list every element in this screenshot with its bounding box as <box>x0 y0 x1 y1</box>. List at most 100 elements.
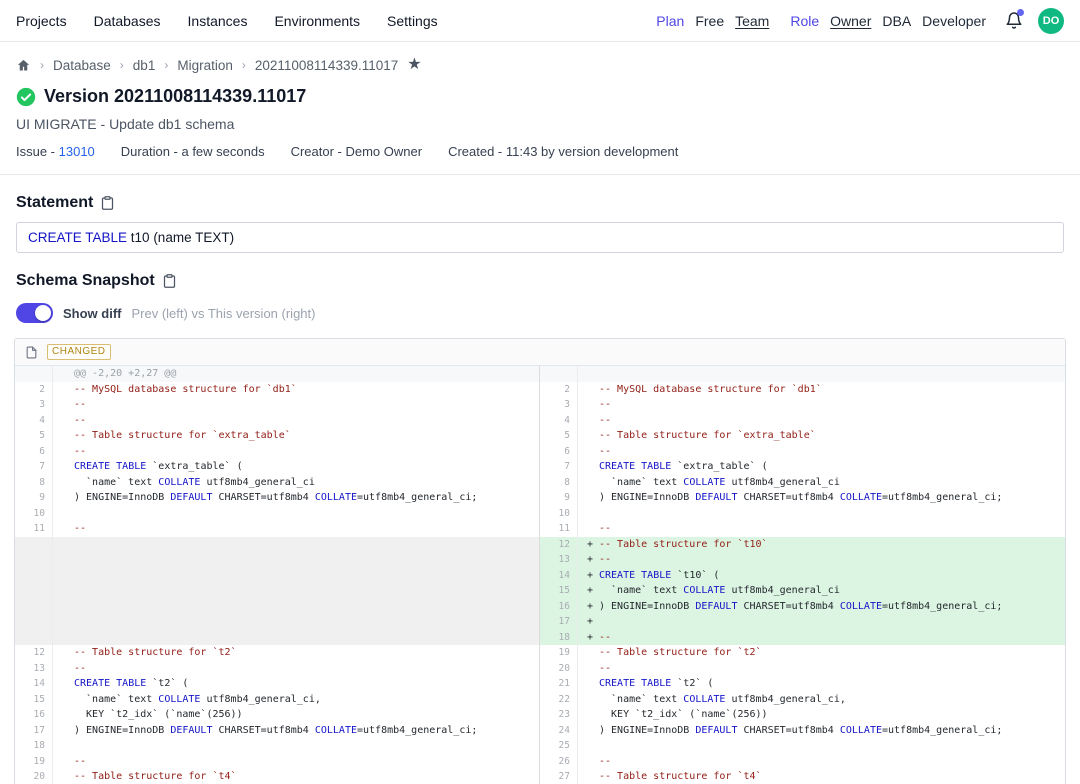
code-line: +) ENGINE=InnoDB DEFAULT CHARSET=utf8mb4… <box>578 599 1065 615</box>
code-line: -- Table structure for `t2` <box>53 645 539 661</box>
diff-row: 22 `name` text COLLATE utf8mb4_general_c… <box>540 692 1065 708</box>
code-line: -- Table structure for `extra_table` <box>53 428 539 444</box>
line-number: 26 <box>540 754 578 770</box>
diff-row: 17+ <box>540 614 1065 630</box>
diff-row: 11-- <box>15 521 539 537</box>
line-number: 7 <box>540 459 578 475</box>
nav-label-owner[interactable]: Owner <box>830 13 871 29</box>
line-number: 20 <box>540 661 578 677</box>
line-number: 2 <box>15 382 53 398</box>
diff-row: 17) ENGINE=InnoDB DEFAULT CHARSET=utf8mb… <box>15 723 539 739</box>
show-diff-label: Show diff <box>63 306 122 321</box>
diff-header: CHANGED <box>15 339 1065 366</box>
diff-row: 23 KEY `t2_idx` (`name`(256)) <box>540 707 1065 723</box>
nav-item-instances[interactable]: Instances <box>188 13 248 29</box>
code-line: +CREATE TABLE `t10` ( <box>578 568 1065 584</box>
diff-row: 18+-- <box>540 630 1065 646</box>
diff-row <box>15 537 539 553</box>
line-number <box>540 366 578 382</box>
code-line: -- MySQL database structure for `db1` <box>53 382 539 398</box>
code-line <box>53 614 539 630</box>
code-line: -- <box>53 397 539 413</box>
top-nav: Projects Databases Instances Environments Se… <box>0 0 1080 42</box>
diff-row: 15 `name` text COLLATE utf8mb4_general_c… <box>15 692 539 708</box>
code-line: -- <box>53 413 539 429</box>
line-number <box>15 366 53 382</box>
diff-line-prefix: + <box>587 630 599 646</box>
code-line: +-- <box>578 552 1065 568</box>
code-line: +-- <box>578 630 1065 646</box>
breadcrumb-item[interactable]: db1 <box>133 58 156 73</box>
nav-item-projects[interactable]: Projects <box>16 13 67 29</box>
diff-row: 27-- Table structure for `t4` <box>540 769 1065 784</box>
code-line <box>53 537 539 553</box>
show-diff-hint: Prev (left) vs This version (right) <box>132 306 316 321</box>
code-line <box>53 583 539 599</box>
code-line <box>53 738 539 754</box>
code-line: `name` text COLLATE utf8mb4_general_ci, <box>53 692 539 708</box>
copy-statement-icon[interactable] <box>100 195 115 211</box>
code-line <box>53 506 539 522</box>
code-line: ) ENGINE=InnoDB DEFAULT CHARSET=utf8mb4 … <box>53 723 539 739</box>
diff-row: 26-- <box>540 754 1065 770</box>
nav-item-databases[interactable]: Databases <box>94 13 161 29</box>
diff-row: 10 <box>15 506 539 522</box>
toggle-knob <box>35 305 51 321</box>
diff-row: 14CREATE TABLE `t2` ( <box>15 676 539 692</box>
code-line: `name` text COLLATE utf8mb4_general_ci <box>578 475 1065 491</box>
code-line: `name` text COLLATE utf8mb4_general_ci <box>53 475 539 491</box>
line-number: 7 <box>15 459 53 475</box>
schema-snapshot-section: Schema Snapshot Show diff Prev (left) vs… <box>0 272 1080 323</box>
line-number: 10 <box>15 506 53 522</box>
code-line: -- <box>578 661 1065 677</box>
diff-row: 6-- <box>540 444 1065 460</box>
code-line <box>578 738 1065 754</box>
line-number <box>15 614 53 630</box>
notification-dot <box>1017 9 1024 16</box>
code-line: -- Table structure for `t4` <box>578 769 1065 784</box>
line-number: 18 <box>540 630 578 646</box>
diff-row: 25 <box>540 738 1065 754</box>
code-line: CREATE TABLE `extra_table` ( <box>53 459 539 475</box>
chevron-right-icon: › <box>40 58 44 72</box>
diff-row: 11-- <box>540 521 1065 537</box>
code-line: -- <box>53 521 539 537</box>
line-number: 8 <box>15 475 53 491</box>
diff-row: 5-- Table structure for `extra_table` <box>540 428 1065 444</box>
star-icon[interactable]: ★ <box>407 57 421 73</box>
line-number: 27 <box>540 769 578 784</box>
breadcrumb-item[interactable]: Database <box>53 58 111 73</box>
line-number: 17 <box>15 723 53 739</box>
schema-diff-panel: CHANGED @@ -2,20 +2,27 @@2-- MySQL datab… <box>14 338 1066 784</box>
show-diff-toggle[interactable] <box>16 303 53 323</box>
breadcrumb-item[interactable]: Migration <box>177 58 233 73</box>
success-check-icon <box>16 87 36 107</box>
diff-row: 19-- <box>15 754 539 770</box>
version-meta: Issue - 13010Duration - a few secondsCre… <box>16 144 1064 159</box>
code-line: `name` text COLLATE utf8mb4_general_ci, <box>578 692 1065 708</box>
nav-item-settings[interactable]: Settings <box>387 13 438 29</box>
line-number: 20 <box>15 769 53 784</box>
line-number: 16 <box>15 707 53 723</box>
notification-bell-button[interactable] <box>1005 11 1023 30</box>
meta-item: Issue - 13010 <box>16 144 95 159</box>
diff-row: 13+-- <box>540 552 1065 568</box>
copy-schema-icon[interactable] <box>162 273 177 289</box>
code-line: ) ENGINE=InnoDB DEFAULT CHARSET=utf8mb4 … <box>578 723 1065 739</box>
line-number: 14 <box>540 568 578 584</box>
home-icon[interactable] <box>16 58 31 73</box>
avatar[interactable]: DO <box>1038 8 1064 34</box>
diff-row: 9) ENGINE=InnoDB DEFAULT CHARSET=utf8mb4… <box>15 490 539 506</box>
nav-item-environments[interactable]: Environments <box>274 13 360 29</box>
code-line: +-- Table structure for `t10` <box>578 537 1065 553</box>
line-number <box>15 599 53 615</box>
nav-label-team[interactable]: Team <box>735 13 769 29</box>
diff-row <box>15 583 539 599</box>
breadcrumb-item[interactable]: 20211008114339.11017 <box>255 58 398 73</box>
line-number: 5 <box>540 428 578 444</box>
issue-link[interactable]: 13010 <box>59 144 95 159</box>
code-line <box>53 599 539 615</box>
code-line: -- <box>53 754 539 770</box>
statement-sql: CREATE TABLE t10 (name TEXT) <box>16 222 1064 253</box>
line-number: 6 <box>540 444 578 460</box>
